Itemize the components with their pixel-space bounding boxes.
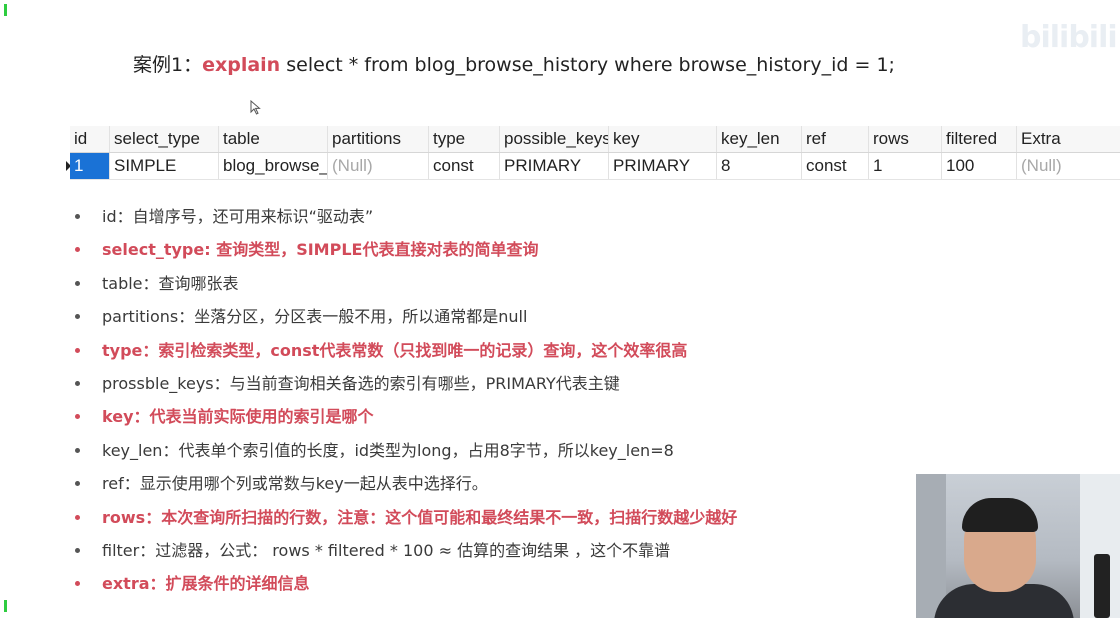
list-item-text: prossble_keys：与当前查询相关备选的索引有哪些，PRIMARY代表主… bbox=[102, 373, 620, 393]
header-possible-keys[interactable]: possible_keys bbox=[500, 126, 609, 152]
microphone-stand bbox=[1094, 554, 1110, 618]
explain-keyword: explain bbox=[202, 54, 281, 76]
list-item-text: key：代表当前实际使用的索引是哪个 bbox=[102, 407, 374, 427]
list-item-text: partitions：坐落分区，分区表一般不用，所以通常都是null bbox=[102, 307, 528, 327]
header-table[interactable]: table bbox=[219, 126, 328, 152]
cell-select-type[interactable]: SIMPLE bbox=[110, 153, 219, 179]
list-item-text: id：自增序号，还可用来标识“驱动表” bbox=[102, 207, 374, 226]
header-partitions[interactable]: partitions bbox=[328, 126, 429, 152]
header-rows[interactable]: rows bbox=[869, 126, 942, 152]
cell-table[interactable]: blog_browse_history bbox=[219, 153, 328, 179]
cell-key-len[interactable]: 8 bbox=[717, 153, 802, 179]
bullet-icon bbox=[75, 380, 80, 386]
presenter-webcam-overlay bbox=[916, 474, 1120, 618]
header-select-type[interactable]: select_type bbox=[110, 126, 219, 152]
list-item-text: table：查询哪张表 bbox=[102, 273, 239, 293]
cell-type[interactable]: const bbox=[429, 153, 500, 179]
edge-marker-top bbox=[4, 4, 7, 16]
list-item: type：索引检索类型，const代表常数（只找到唯一的记录）查询，这个效率很高 bbox=[70, 334, 870, 367]
cell-id[interactable]: 1 bbox=[70, 153, 110, 179]
bullet-icon bbox=[75, 547, 80, 553]
list-item-text: ref：显示使用哪个列或常数与key一起从表中选择行。 bbox=[102, 474, 488, 494]
grid-data-row[interactable]: 1 SIMPLE blog_browse_history (Null) cons… bbox=[66, 153, 1120, 180]
bullet-icon bbox=[75, 247, 80, 253]
list-item-text: extra：扩展条件的详细信息 bbox=[102, 574, 310, 594]
grid-header-row: id select_type table partitions type pos… bbox=[70, 126, 1120, 153]
list-item: id：自增序号，还可用来标识“驱动表” bbox=[70, 200, 870, 233]
list-item-text: key_len：代表单个索引值的长度，id类型为long，占用8字节，所以key… bbox=[102, 440, 674, 460]
bilibili-watermark-logo: bilibili bbox=[1020, 20, 1118, 55]
cell-filtered[interactable]: 100 bbox=[942, 153, 1017, 179]
background-wall bbox=[916, 474, 946, 618]
header-key[interactable]: key bbox=[609, 126, 717, 152]
header-filtered[interactable]: filtered bbox=[942, 126, 1017, 152]
cell-extra[interactable]: (Null) bbox=[1017, 153, 1120, 179]
bullet-icon bbox=[75, 214, 80, 219]
list-item: prossble_keys：与当前查询相关备选的索引有哪些，PRIMARY代表主… bbox=[70, 367, 870, 400]
list-item-text: type：索引检索类型，const代表常数（只找到唯一的记录）查询，这个效率很高 bbox=[102, 340, 688, 360]
cell-possible-keys[interactable]: PRIMARY bbox=[500, 153, 609, 179]
case-prefix: 案例1： bbox=[133, 54, 203, 76]
list-item: table：查询哪张表 bbox=[70, 267, 870, 300]
case-sql: select * from blog_browse_history where … bbox=[280, 54, 895, 76]
list-item: rows：本次查询所扫描的行数，注意：这个值可能和最终结果不一致，扫描行数越少越… bbox=[70, 501, 870, 534]
cell-key[interactable]: PRIMARY bbox=[609, 153, 717, 179]
bullet-icon bbox=[75, 514, 80, 520]
bullet-icon bbox=[75, 314, 80, 320]
list-item: key：代表当前实际使用的索引是哪个 bbox=[70, 400, 870, 433]
header-ref[interactable]: ref bbox=[802, 126, 869, 152]
cell-rows[interactable]: 1 bbox=[869, 153, 942, 179]
cell-partitions[interactable]: (Null) bbox=[328, 153, 429, 179]
header-key-len[interactable]: key_len bbox=[717, 126, 802, 152]
field-explanation-list: id：自增序号，还可用来标识“驱动表” select_type: 查询类型，SI… bbox=[70, 200, 870, 601]
bullet-icon bbox=[75, 414, 80, 420]
bullet-icon bbox=[75, 481, 80, 487]
list-item: key_len：代表单个索引值的长度，id类型为long，占用8字节，所以key… bbox=[70, 434, 870, 467]
mouse-cursor-icon bbox=[250, 100, 261, 115]
list-item-text: select_type: 查询类型，SIMPLE代表直接对表的简单查询 bbox=[102, 240, 539, 260]
bullet-icon bbox=[75, 347, 80, 353]
header-extra[interactable]: Extra bbox=[1017, 126, 1120, 152]
bullet-icon bbox=[75, 447, 80, 453]
edge-marker-bottom bbox=[4, 600, 7, 612]
cell-ref[interactable]: const bbox=[802, 153, 869, 179]
case-title: 案例1：explain select * from blog_browse_hi… bbox=[133, 50, 895, 77]
bullet-icon bbox=[75, 280, 80, 286]
list-item: partitions：坐落分区，分区表一般不用，所以通常都是null bbox=[70, 300, 870, 333]
list-item: extra：扩展条件的详细信息 bbox=[70, 567, 870, 600]
presenter-hair bbox=[962, 498, 1038, 532]
header-type[interactable]: type bbox=[429, 126, 500, 152]
list-item-text: filter：过滤器，公式： rows * filtered * 100 ≈ 估… bbox=[102, 540, 671, 560]
header-id[interactable]: id bbox=[70, 126, 110, 152]
explain-result-grid[interactable]: id select_type table partitions type pos… bbox=[66, 126, 1120, 180]
list-item: ref：显示使用哪个列或常数与key一起从表中选择行。 bbox=[70, 467, 870, 500]
list-item-text: rows：本次查询所扫描的行数，注意：这个值可能和最终结果不一致，扫描行数越少越… bbox=[102, 507, 738, 527]
list-item: select_type: 查询类型，SIMPLE代表直接对表的简单查询 bbox=[70, 233, 870, 266]
bullet-icon bbox=[75, 581, 80, 587]
list-item: filter：过滤器，公式： rows * filtered * 100 ≈ 估… bbox=[70, 534, 870, 567]
